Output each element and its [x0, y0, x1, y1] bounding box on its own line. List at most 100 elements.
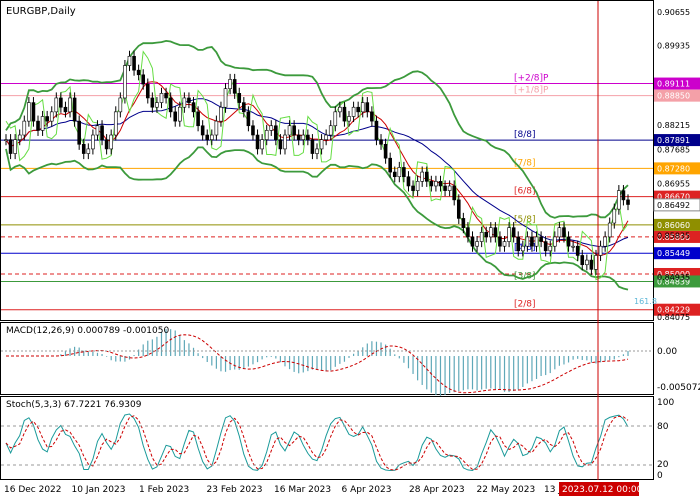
candle-body: [452, 185, 457, 201]
candle-body: [17, 134, 22, 140]
candle-body: [530, 236, 534, 247]
candle: [173, 106, 178, 127]
candle: [598, 240, 603, 262]
candle: [589, 254, 594, 275]
candle-body: [617, 190, 621, 210]
candle-body: [379, 139, 383, 145]
candle: [36, 115, 40, 136]
candle-body: [347, 116, 351, 122]
candle-body: [475, 241, 479, 247]
candle-body: [594, 255, 598, 270]
candle: [200, 120, 205, 141]
stochastic-lines: [5, 413, 629, 472]
candle-body: [328, 125, 333, 136]
candle-body: [511, 227, 516, 238]
candle: [296, 129, 301, 146]
candle-body: [589, 259, 594, 270]
candle-body: [260, 139, 264, 150]
level-price-label: 0.87280: [657, 164, 690, 173]
candle-body: [242, 102, 246, 113]
stoch-tick-20: 20: [657, 460, 669, 470]
date-tick: 22 May 2023: [477, 485, 536, 495]
candle: [77, 115, 81, 150]
price-tick: 0.90655: [657, 8, 690, 17]
level-price-label: 0.89111: [657, 80, 690, 89]
date-tick: 23 Feb 2023: [207, 485, 263, 495]
candle: [8, 134, 13, 160]
candle-body: [40, 116, 45, 131]
candle-body: [598, 245, 603, 256]
price-tick: 0.88215: [657, 121, 690, 130]
candle-body: [424, 171, 429, 182]
candle: [585, 254, 589, 271]
candle-body: [150, 97, 155, 108]
candle-body: [466, 227, 470, 238]
candle: [168, 92, 173, 118]
last-price-label: 0.86492: [657, 201, 690, 210]
candle: [118, 92, 123, 118]
candle: [420, 166, 424, 187]
candle-body: [516, 236, 521, 252]
candle-body: [333, 111, 338, 127]
highlight-date-label: 2023.07.12 00:00: [562, 485, 643, 495]
candle: [251, 120, 255, 141]
candle-body: [566, 236, 571, 247]
candle-body: [315, 148, 319, 154]
candle: [269, 120, 274, 136]
candle: [123, 59, 127, 104]
candle: [415, 175, 420, 197]
candle-body: [255, 134, 260, 150]
candle: [324, 129, 328, 146]
candle-body: [548, 245, 553, 252]
candle-body: [502, 241, 507, 247]
candle-body: [177, 106, 182, 122]
candle: [109, 129, 113, 155]
candle: [63, 101, 68, 118]
candle-body: [45, 116, 49, 122]
macd-tick-low: -0.005072: [657, 383, 700, 393]
candle: [603, 231, 607, 252]
candle-body: [136, 69, 141, 76]
candle-body: [100, 125, 104, 140]
chart-svg: [+2/8]P 0.89111 [+1/8]P 0.88850 [8/8] 0.87891…: [0, 0, 700, 496]
candle-body: [356, 106, 360, 113]
candle-body: [621, 190, 626, 201]
date-tick: 1 Feb 2023: [139, 485, 189, 495]
level-label: [2/8]: [514, 300, 536, 310]
candle: [411, 180, 415, 197]
candle: [274, 120, 278, 146]
candle-body: [86, 148, 91, 154]
candle-body: [479, 232, 484, 242]
candle: [356, 101, 360, 118]
candle-body: [283, 134, 287, 150]
candle-body: [81, 143, 86, 154]
candle-body: [310, 139, 315, 154]
candle: [283, 129, 287, 155]
price-tick: 0.86955: [657, 179, 690, 188]
candle-body: [164, 93, 168, 99]
candle: [4, 134, 8, 146]
date-tick: 28 Apr 2023: [409, 485, 465, 495]
candle: [187, 92, 191, 109]
candle: [306, 129, 310, 146]
candle: [127, 50, 132, 72]
candle: [475, 236, 479, 252]
candle-body: [27, 102, 31, 122]
candle-body: [219, 106, 223, 122]
candle-body: [205, 134, 210, 140]
candle-body: [59, 97, 63, 108]
candle-body: [571, 245, 575, 248]
candle-body: [68, 97, 72, 113]
candle-body: [196, 111, 200, 127]
candle-body: [388, 157, 392, 173]
candle: [104, 134, 109, 155]
candle-body: [351, 106, 356, 117]
candle-body: [269, 125, 274, 131]
candle: [72, 92, 77, 127]
date-ticks: 16 Dec 2022 10 Jan 2023 1 Feb 2023 23 Feb 2…: [4, 485, 598, 495]
candle-body: [274, 125, 278, 140]
candle-body: [543, 241, 548, 252]
candle-body: [296, 134, 301, 140]
candle-body: [132, 55, 136, 71]
candle-body: [306, 134, 310, 140]
